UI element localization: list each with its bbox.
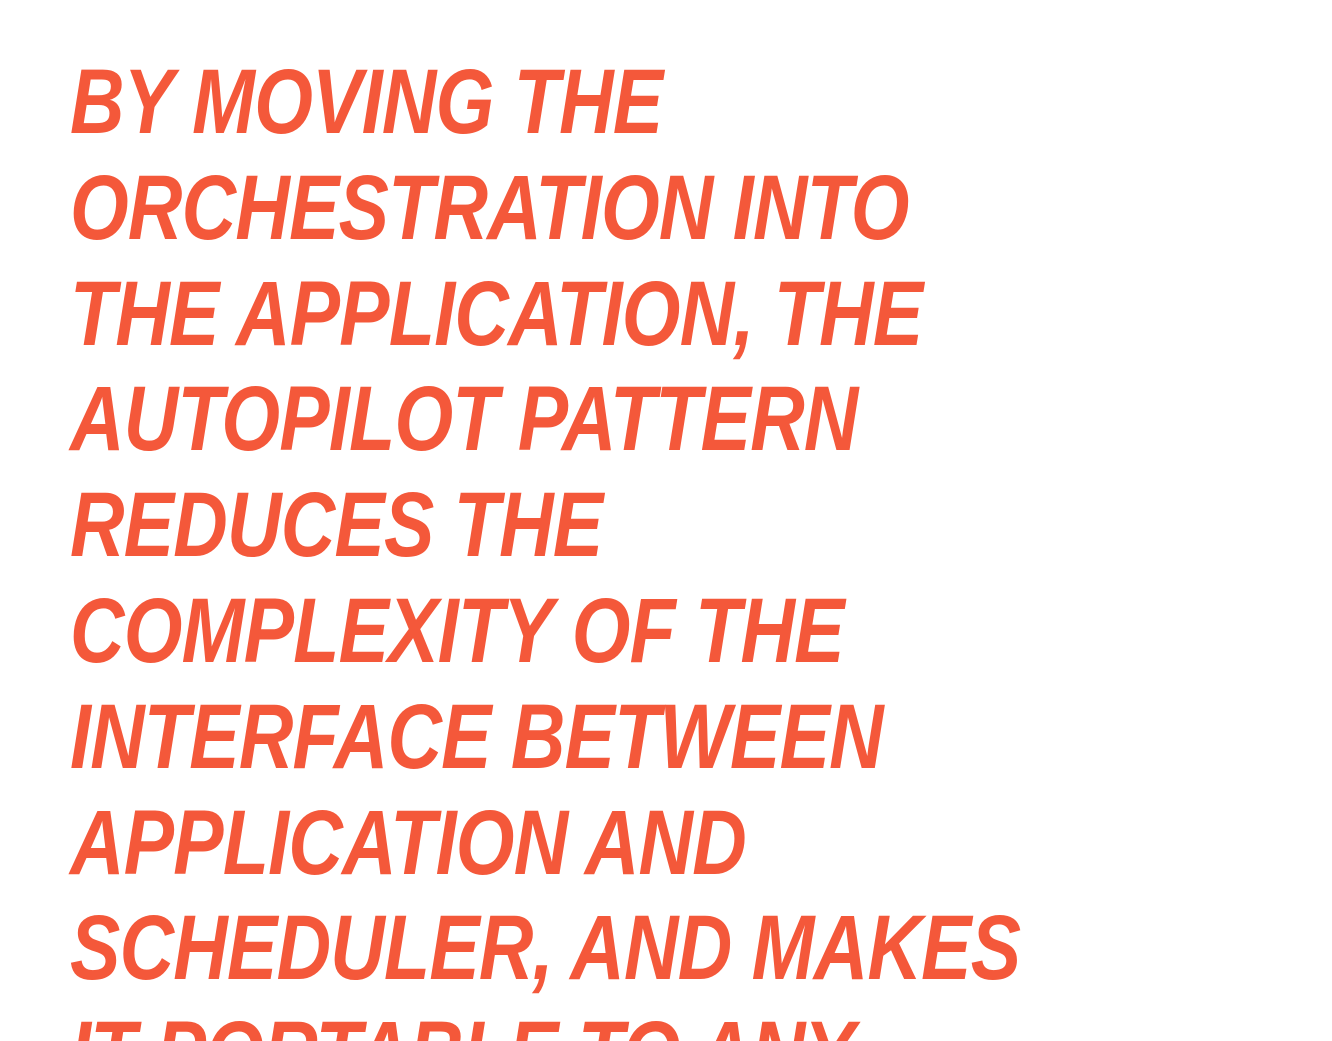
slide-container: By moving the orchestration into the app… [0, 0, 1332, 1041]
quote-text: By moving the orchestration into the app… [70, 50, 1047, 1041]
